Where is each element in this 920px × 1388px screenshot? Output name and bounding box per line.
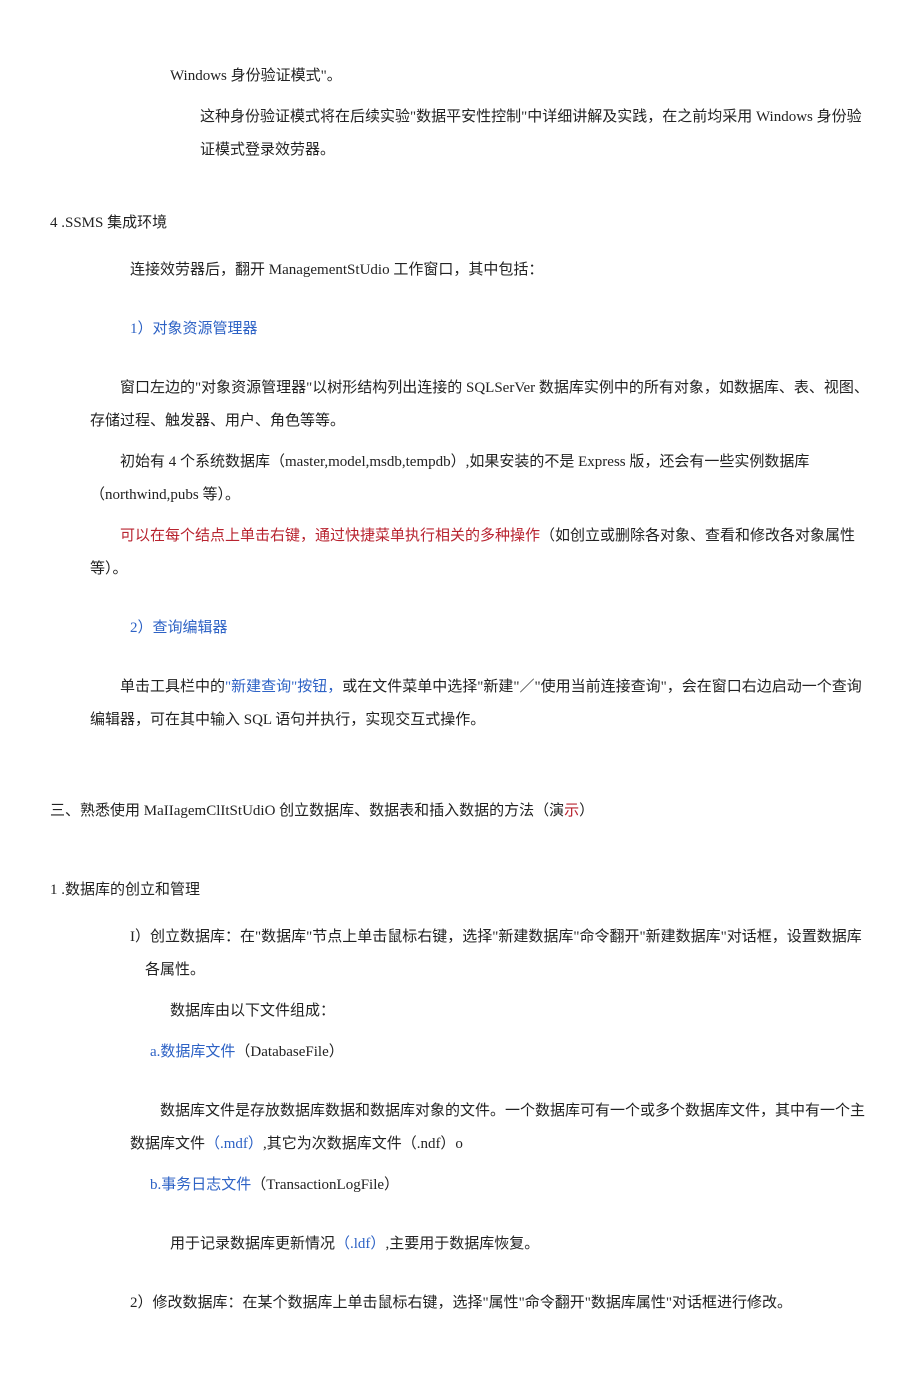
db-i2: 2）修改数据库：在某个数据库上单击鼠标右键，选择"属性"命令翻开"数据库属性"对… [50,1287,870,1320]
section4-item1-p3: 可以在每个结点上单击右键，通过快捷菜单执行相关的多种操作（如创立或删除各对象、查… [50,520,870,586]
top-line-2-text: 这种身份验证模式将在后续实验"数据平安性控制"中详细讲解及实践，在之前均采用 W… [200,109,862,158]
section4-item1-p1: 窗口左边的"对象资源管理器"以树形结构列出连接的 SQLSerVer 数据库实例… [50,372,870,438]
section4-intro: 连接效劳器后，翻开 ManagementStUdio 工作窗口，其中包括： [50,254,870,287]
db-b-body-pre: 用于记录数据库更新情况 [170,1236,335,1252]
db-b-rest: （TransactionLogFile） [251,1177,399,1193]
san-pre: 三、熟悉使用 MaIIagemClItStUdiO 创立数据库、数据表和插入数据… [50,803,564,819]
section4-item1-heading: 1）对象资源管理器 [50,313,870,346]
heading-db-1: 1 .数据库的创立和管理 [50,874,870,907]
db-file-b-body: 用于记录数据库更新情况（.ldf）,主要用于数据库恢复。 [50,1228,870,1261]
db-a-body-post: ,其它为次数据库文件（.ndf）o [263,1136,463,1152]
db-a-blue: a.数据库文件 [150,1044,235,1060]
db-files-intro: 数据库由以下文件组成： [50,995,870,1028]
section4-item1-p2: 初始有 4 个系统数据库（master,model,msdb,tempdb）,如… [50,446,870,512]
san-red: 示 [564,803,579,819]
db-file-a-head: a.数据库文件（DatabaseFile） [50,1036,870,1069]
section4-item2-heading: 2）查询编辑器 [50,612,870,645]
section4-item2-p1: 单击工具栏中的"新建查询"按钮，或在文件菜单中选择"新建"／"使用当前连接查询"… [50,671,870,737]
db-a-rest: （DatabaseFile） [235,1044,343,1060]
db-i1-head: I）创立数据库：在"数据库"节点上单击鼠标右键，选择"新建数据库"命令翻开"新建… [65,921,870,987]
item2-pre: 单击工具栏中的 [120,679,225,695]
heading-san: 三、熟悉使用 MaIIagemClItStUdiO 创立数据库、数据表和插入数据… [50,795,870,828]
top-line-1: Windows 身份验证模式"。 [50,60,870,93]
db-file-a-body: 数据库文件是存放数据库数据和数据库对象的文件。一个数据库可有一个或多个数据库文件… [50,1095,870,1161]
db-a-body-blue: （.mdf） [205,1136,263,1152]
heading-4-ssms: 4 .SSMS 集成环境 [50,207,870,240]
top-line-2: 这种身份验证模式将在后续实验"数据平安性控制"中详细讲解及实践，在之前均采用 W… [50,101,870,167]
p3-red-text: 可以在每个结点上单击右键，通过快捷菜单执行相关的多种操作 [120,528,540,544]
item2-blue: "新建查询"按钮， [225,679,342,695]
document-body: Windows 身份验证模式"。 这种身份验证模式将在后续实验"数据平安性控制"… [50,60,870,1320]
db-b-body-blue: （.ldf） [335,1236,385,1252]
db-file-b-head: b.事务日志文件（TransactionLogFile） [50,1169,870,1202]
db-i1-head-text: I）创立数据库：在"数据库"节点上单击鼠标右键，选择"新建数据库"命令翻开"新建… [130,929,862,978]
db-b-body-post: ,主要用于数据库恢复。 [385,1236,539,1252]
san-post: ） [579,803,594,819]
db-b-blue: b.事务日志文件 [150,1177,251,1193]
